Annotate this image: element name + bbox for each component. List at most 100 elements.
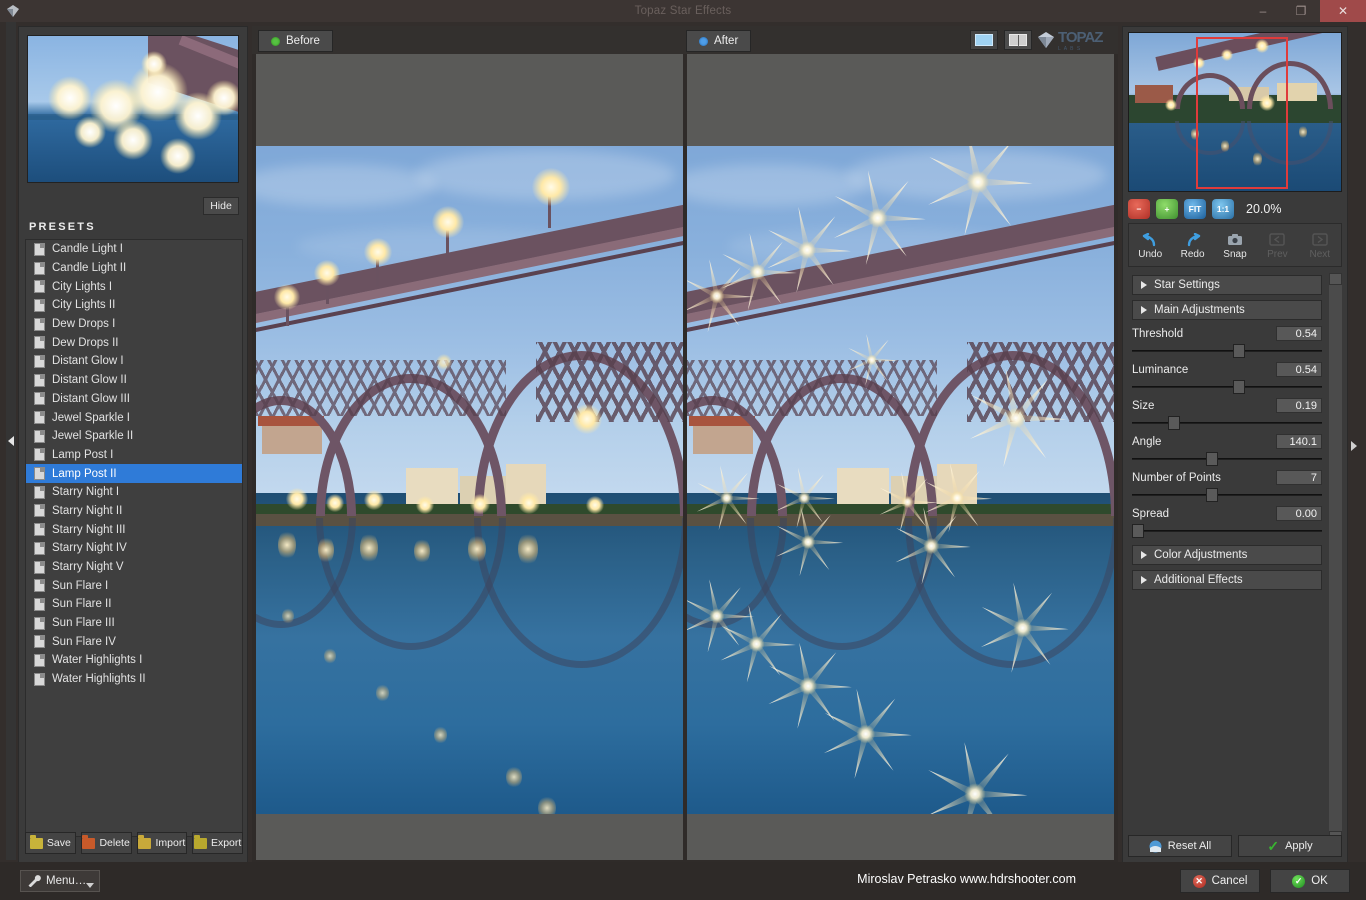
slider-track[interactable]: [1132, 379, 1322, 395]
tab-after[interactable]: After: [686, 30, 752, 52]
zoom-fit-button[interactable]: FIT: [1184, 199, 1206, 219]
menu-button[interactable]: Menu…: [20, 870, 100, 892]
adjustments-container: Star Settings Main Adjustments Threshold…: [1128, 273, 1342, 843]
reset-globe-icon: [1149, 840, 1162, 852]
list-item[interactable]: City Lights I: [26, 277, 242, 296]
list-item[interactable]: Starry Night III: [26, 520, 242, 539]
slider-thumb[interactable]: [1232, 344, 1245, 358]
preset-label: Starry Night III: [52, 523, 126, 536]
slider-value[interactable]: 0.19: [1276, 398, 1322, 413]
list-item[interactable]: Dew Drops II: [26, 333, 242, 352]
undo-button[interactable]: Undo: [1130, 231, 1170, 260]
save-preset-button[interactable]: Save: [25, 832, 76, 854]
topaz-gem-icon: [1038, 32, 1054, 48]
list-item[interactable]: Candle Light II: [26, 259, 242, 278]
hide-preview-button[interactable]: Hide: [203, 197, 239, 215]
zoom-level-value: 20.0%: [1246, 202, 1282, 216]
split-pane-icon: [1009, 34, 1027, 47]
section-additional-effects[interactable]: Additional Effects: [1132, 570, 1322, 590]
list-item[interactable]: City Lights II: [26, 296, 242, 315]
slider-value[interactable]: 0.00: [1276, 506, 1322, 521]
list-item[interactable]: Water Highlights I: [26, 651, 242, 670]
preset-file-icon: [34, 635, 45, 649]
left-panel-collapse-handle[interactable]: [6, 22, 16, 860]
list-item[interactable]: Starry Night V: [26, 558, 242, 577]
slider-track[interactable]: [1132, 415, 1322, 431]
list-item[interactable]: Sun Flare IV: [26, 632, 242, 651]
tab-before[interactable]: Before: [258, 30, 333, 52]
slider-value[interactable]: 7: [1276, 470, 1322, 485]
zoom-controls: − + FIT 1:1 20.0%: [1128, 197, 1342, 221]
slider-thumb[interactable]: [1168, 416, 1181, 430]
list-item[interactable]: Starry Night I: [26, 483, 242, 502]
navigator-thumbnail[interactable]: [1128, 32, 1342, 192]
list-item[interactable]: Distant Glow I: [26, 352, 242, 371]
zoom-actual-button[interactable]: 1:1: [1212, 199, 1234, 219]
ok-button[interactable]: ✓ OK: [1270, 869, 1350, 893]
apply-button[interactable]: ✓ Apply: [1238, 835, 1342, 857]
slider-value[interactable]: 0.54: [1276, 326, 1322, 341]
right-panel-collapse-handle[interactable]: [1349, 27, 1359, 865]
list-item[interactable]: Sun Flare II: [26, 595, 242, 614]
close-button[interactable]: ✕: [1320, 0, 1366, 22]
list-item[interactable]: Dew Drops I: [26, 315, 242, 334]
image-canvas-area: Before After TOPAZ L A B S: [252, 26, 1118, 864]
list-item[interactable]: Distant Glow II: [26, 371, 242, 390]
zoom-out-button[interactable]: −: [1128, 199, 1150, 219]
slider-thumb[interactable]: [1206, 488, 1219, 502]
delete-preset-button[interactable]: Delete: [80, 832, 132, 854]
slider-track[interactable]: [1132, 487, 1322, 503]
preset-file-icon: [34, 672, 45, 686]
list-item[interactable]: Sun Flare III: [26, 614, 242, 633]
slider-value[interactable]: 0.54: [1276, 362, 1322, 377]
snap-button[interactable]: Snap: [1215, 231, 1255, 260]
list-item[interactable]: Lamp Post I: [26, 446, 242, 465]
list-item[interactable]: Candle Light I: [26, 240, 242, 259]
export-preset-button[interactable]: Export: [192, 832, 243, 854]
tab-before-label: Before: [286, 35, 320, 47]
settings-scrollbar[interactable]: [1329, 273, 1342, 843]
preset-file-icon: [34, 653, 45, 667]
before-pane[interactable]: [256, 54, 683, 860]
list-item[interactable]: Starry Night IV: [26, 539, 242, 558]
presets-list[interactable]: Candle Light I Candle Light II City Ligh…: [25, 239, 243, 837]
minimize-button[interactable]: –: [1244, 0, 1282, 22]
preset-label: Dew Drops I: [52, 318, 116, 331]
slider-value[interactable]: 140.1: [1276, 434, 1322, 449]
maximize-button[interactable]: ❐: [1282, 0, 1320, 22]
after-pane[interactable]: [687, 54, 1114, 860]
preset-label: City Lights II: [52, 299, 116, 312]
slider-thumb[interactable]: [1232, 380, 1245, 394]
split-view-button[interactable]: [1004, 30, 1032, 50]
redo-button[interactable]: Redo: [1173, 231, 1213, 260]
wrench-icon: [28, 875, 41, 887]
list-item[interactable]: Jewel Sparkle I: [26, 408, 242, 427]
slider-track[interactable]: [1132, 523, 1322, 539]
next-snapshot-icon: [1300, 231, 1340, 249]
section-star-settings[interactable]: Star Settings: [1132, 275, 1322, 295]
section-label: Star Settings: [1154, 279, 1220, 291]
ok-check-icon: ✓: [1292, 874, 1306, 888]
list-item[interactable]: Sun Flare I: [26, 576, 242, 595]
list-item-selected[interactable]: Lamp Post II: [26, 464, 242, 483]
single-view-button[interactable]: [970, 30, 998, 50]
folder-delete-icon: [82, 834, 96, 849]
reset-all-button[interactable]: Reset All: [1128, 835, 1232, 857]
navigator-viewport-rect[interactable]: [1196, 37, 1288, 189]
list-item[interactable]: Jewel Sparkle II: [26, 427, 242, 446]
scroll-up-button[interactable]: [1329, 273, 1342, 285]
list-item[interactable]: Distant Glow III: [26, 390, 242, 409]
list-item[interactable]: Water Highlights II: [26, 670, 242, 689]
preset-file-icon: [34, 298, 45, 312]
slider-track[interactable]: [1132, 343, 1322, 359]
zoom-in-button[interactable]: +: [1156, 199, 1178, 219]
chevron-right-icon: [1141, 551, 1147, 559]
slider-thumb[interactable]: [1206, 452, 1219, 466]
slider-track[interactable]: [1132, 451, 1322, 467]
list-item[interactable]: Starry Night II: [26, 502, 242, 521]
slider-thumb[interactable]: [1132, 524, 1144, 538]
import-preset-button[interactable]: Import: [136, 832, 188, 854]
section-color-adjustments[interactable]: Color Adjustments: [1132, 545, 1322, 565]
section-main-adjustments[interactable]: Main Adjustments: [1132, 300, 1322, 320]
cancel-button[interactable]: ✕ Cancel: [1180, 869, 1260, 893]
